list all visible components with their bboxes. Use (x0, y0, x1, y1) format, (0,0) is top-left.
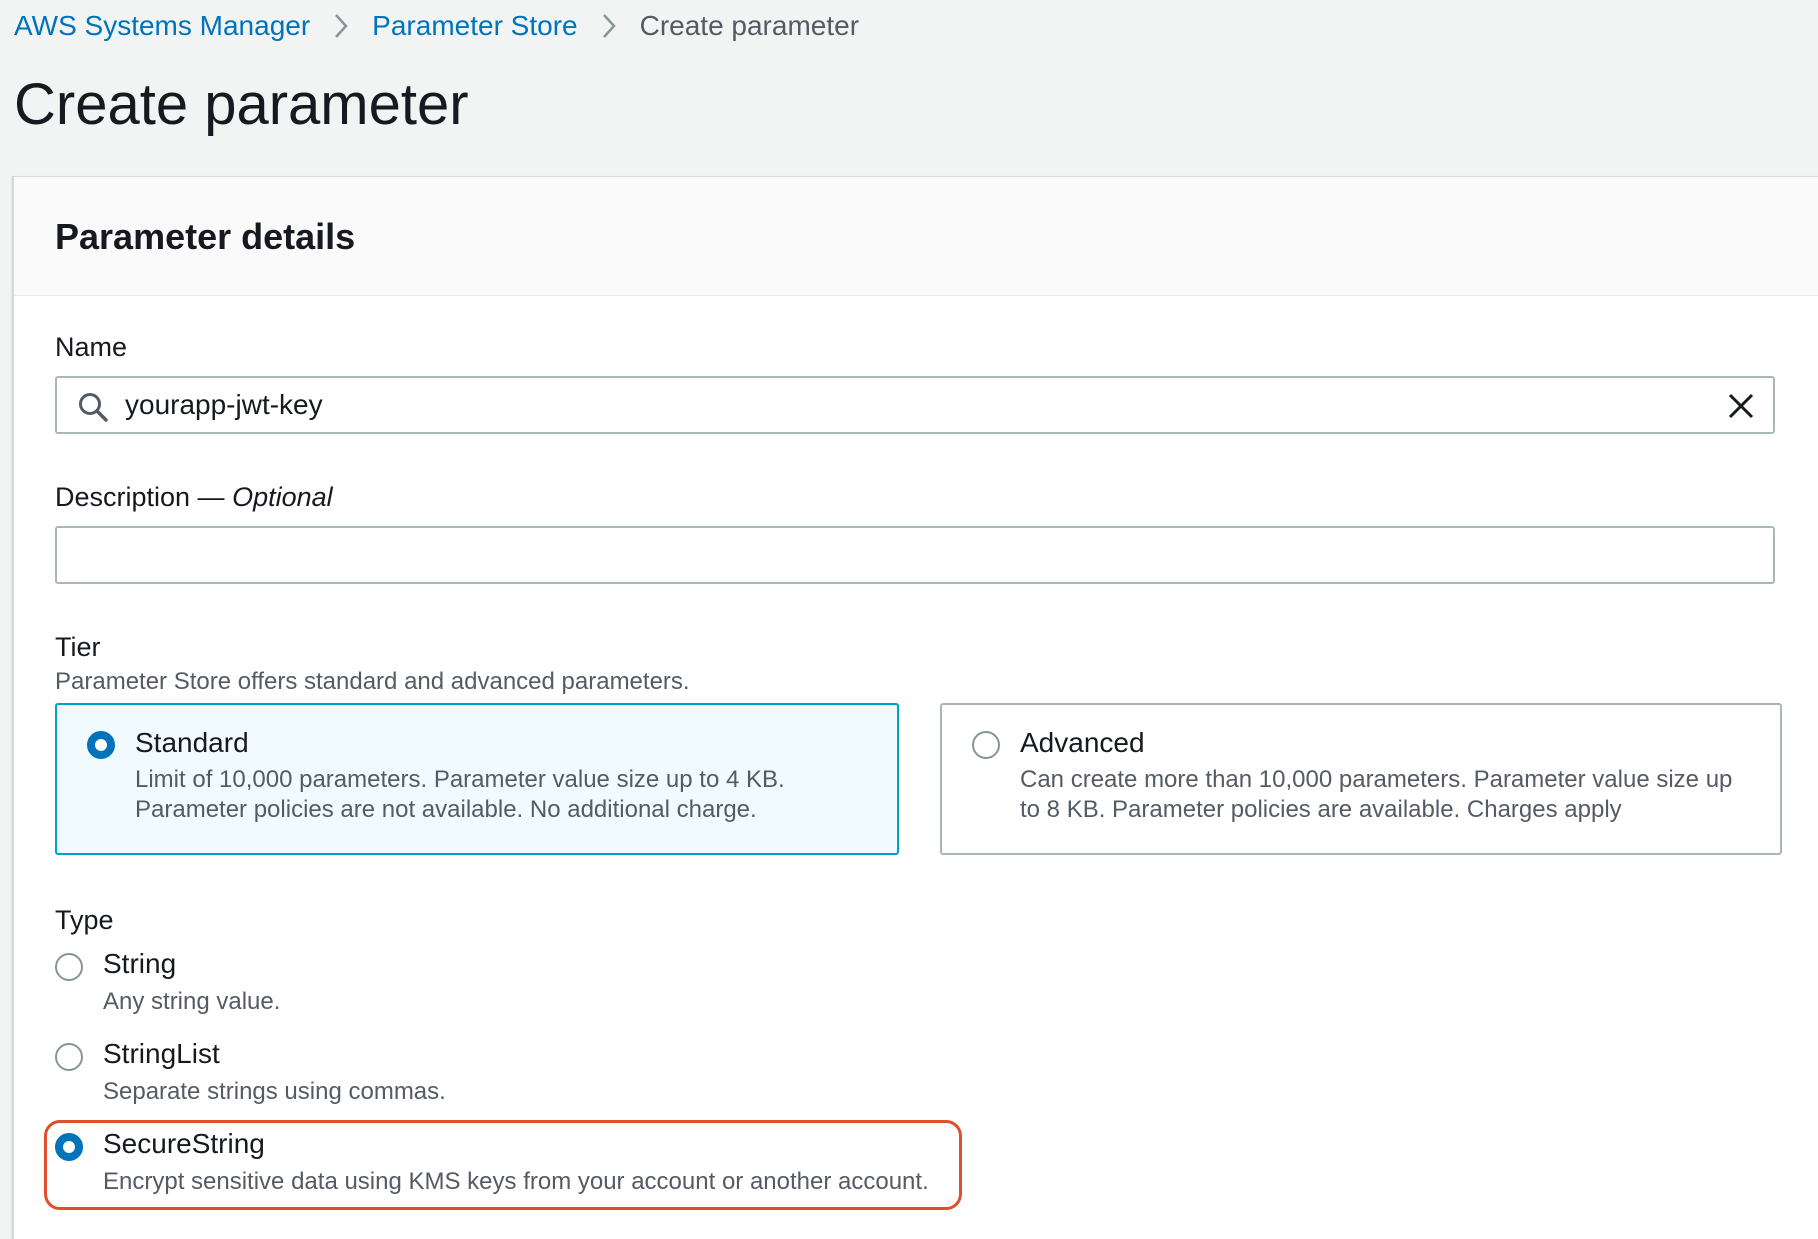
tier-option-desc-line: Can create more than 10,000 parameters. … (1020, 766, 1733, 793)
close-icon[interactable] (1725, 390, 1757, 422)
radio-unselected-icon[interactable] (972, 731, 1000, 759)
radio-selected-icon[interactable] (55, 1133, 83, 1161)
panel-header: Parameter details (14, 177, 1818, 296)
tier-option-desc-line: to 8 KB. Parameter policies are availabl… (1020, 796, 1622, 823)
type-option-title: String (103, 948, 177, 979)
tier-option-desc-line: Parameter policies are not available. No… (135, 796, 757, 823)
breadcrumb-link-systems-manager[interactable]: AWS Systems Manager (14, 10, 310, 42)
description-label: Description — Optional (55, 480, 333, 514)
tier-label: Tier (55, 632, 101, 662)
tier-hint: Parameter Store offers standard and adva… (55, 668, 690, 695)
radio-unselected-icon[interactable] (55, 953, 83, 981)
description-input[interactable] (55, 526, 1775, 584)
type-option-title: StringList (103, 1038, 220, 1069)
type-label: Type (55, 905, 114, 935)
type-option-stringlist[interactable]: StringList Separate strings using commas… (55, 1034, 935, 1112)
type-option-securestring[interactable]: SecureString Encrypt sensitive data usin… (55, 1124, 935, 1202)
description-label-text: Description — (55, 482, 225, 512)
breadcrumb-link-parameter-store[interactable]: Parameter Store (372, 10, 577, 42)
type-option-title: SecureString (103, 1128, 265, 1159)
name-input[interactable]: yourapp-jwt-key (55, 376, 1775, 434)
search-icon (77, 391, 109, 423)
type-option-description: Any string value. (103, 988, 281, 1015)
tier-option-title: Advanced (1020, 727, 1145, 758)
type-option-description: Encrypt sensitive data using KMS keys fr… (103, 1168, 929, 1195)
page-title: Create parameter (14, 72, 469, 137)
type-option-description: Separate strings using commas. (103, 1078, 446, 1105)
optional-tag: Optional (232, 482, 333, 512)
name-input-value: yourapp-jwt-key (125, 389, 323, 420)
tier-option-advanced[interactable]: Advanced Can create more than 10,000 par… (940, 703, 1782, 855)
tier-option-description: Can create more than 10,000 parameters. … (1020, 765, 1732, 825)
tier-option-description: Limit of 10,000 parameters. Parameter va… (135, 765, 785, 825)
tier-option-title: Standard (135, 727, 249, 758)
chevron-right-icon (602, 13, 616, 39)
parameter-details-panel: Parameter details Name yourapp-jwt-key D… (12, 176, 1818, 1239)
type-option-string[interactable]: String Any string value. (55, 944, 935, 1022)
breadcrumb: AWS Systems Manager Parameter Store Crea… (14, 6, 859, 46)
radio-selected-icon[interactable] (87, 731, 115, 759)
breadcrumb-current: Create parameter (639, 10, 860, 41)
radio-unselected-icon[interactable] (55, 1043, 83, 1071)
panel-title: Parameter details (55, 216, 356, 257)
tier-option-desc-line: Limit of 10,000 parameters. Parameter va… (135, 766, 785, 793)
chevron-right-icon (334, 13, 348, 39)
name-label: Name (55, 332, 128, 362)
tier-option-standard[interactable]: Standard Limit of 10,000 parameters. Par… (55, 703, 899, 855)
